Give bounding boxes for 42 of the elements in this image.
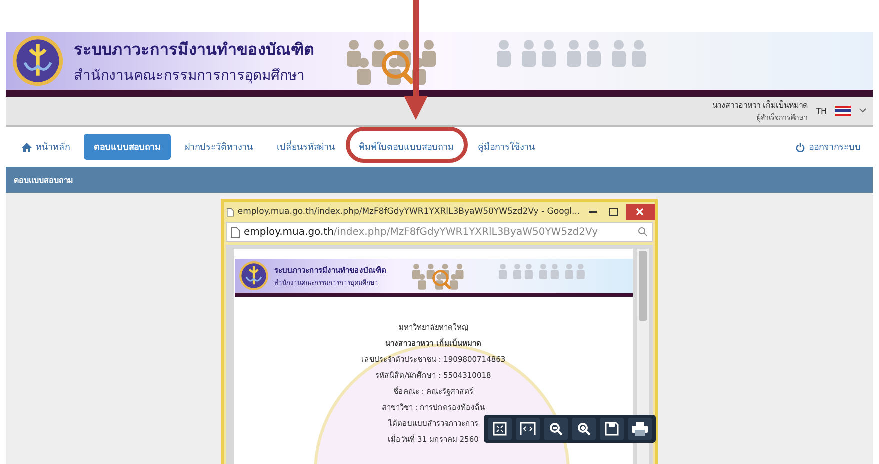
- url-path: /index.php/MzF8fGdyYWR1YXRlL3ByaW50YW5zd2Vy: [334, 226, 600, 238]
- viewer-tool-button[interactable]: [600, 418, 624, 440]
- flag-icon: [835, 106, 851, 116]
- nav-tab[interactable]: หน้าหลัก: [12, 134, 80, 160]
- page-icon: [227, 206, 234, 218]
- minimize-icon: [588, 211, 597, 213]
- fit-width-icon: [520, 422, 536, 436]
- home-icon: [22, 142, 32, 152]
- maximize-icon: [608, 208, 618, 216]
- fit-page-icon: [493, 422, 507, 436]
- site-title: ระบบภาวะการมีงานทำของบัณฑิต: [74, 38, 314, 60]
- viewer-tool-button[interactable]: [544, 418, 568, 440]
- search-icon: [638, 227, 648, 237]
- power-icon: [796, 142, 805, 152]
- chevron-down-icon[interactable]: [859, 108, 867, 114]
- emblem-logo: [12, 35, 64, 87]
- site-subtitle: สำนักงานคณะกรรมการการอุดมศึกษา: [74, 66, 306, 86]
- window-title: employ.mua.go.th/index.php/MzF8fGdyYWR1YXRlL3ByaW50YW5zd2Vy - Googl...: [238, 207, 580, 217]
- language-label: TH: [816, 106, 827, 116]
- logout-link[interactable]: ออกจากระบบ: [790, 139, 867, 155]
- viewer-tool-button[interactable]: [572, 418, 596, 440]
- nav-tab[interactable]: ฝากประวัติหางาน: [175, 134, 263, 160]
- url-host: employ.mua.go.th: [244, 226, 334, 238]
- section-title: ตอบแบบสอบถาม: [14, 174, 73, 186]
- viewer-tool-button[interactable]: [488, 418, 512, 440]
- nav-tab[interactable]: เปลี่ยนรหัสผ่าน: [267, 134, 345, 160]
- zoom-out-icon: [549, 422, 563, 436]
- emblem-logo: [238, 261, 268, 291]
- viewer-tool-button[interactable]: [516, 418, 540, 440]
- close-icon: [636, 208, 644, 216]
- nav-tab[interactable]: คู่มือการใช้งาน: [468, 134, 545, 160]
- nav-tab[interactable]: ตอบแบบสอบถาม: [84, 134, 171, 160]
- nav-tab[interactable]: พิมพ์ใบตอบแบบสอบถาม: [349, 134, 464, 160]
- close-button[interactable]: [626, 204, 655, 220]
- scrollbar-thumb[interactable]: [639, 251, 647, 321]
- save-icon: [605, 422, 619, 436]
- page-icon: [231, 226, 240, 238]
- zoom-in-icon: [577, 422, 591, 436]
- viewer-tool-button[interactable]: [628, 418, 652, 440]
- print-icon: [632, 422, 648, 436]
- user-name: นางสาวอาหวา เก็มเบ็นหมาด: [712, 99, 808, 112]
- address-bar[interactable]: employ.mua.go.th/index.php/MzF8fGdyYWR1YXRlL3ByaW50YW5zd2Vy: [226, 222, 653, 242]
